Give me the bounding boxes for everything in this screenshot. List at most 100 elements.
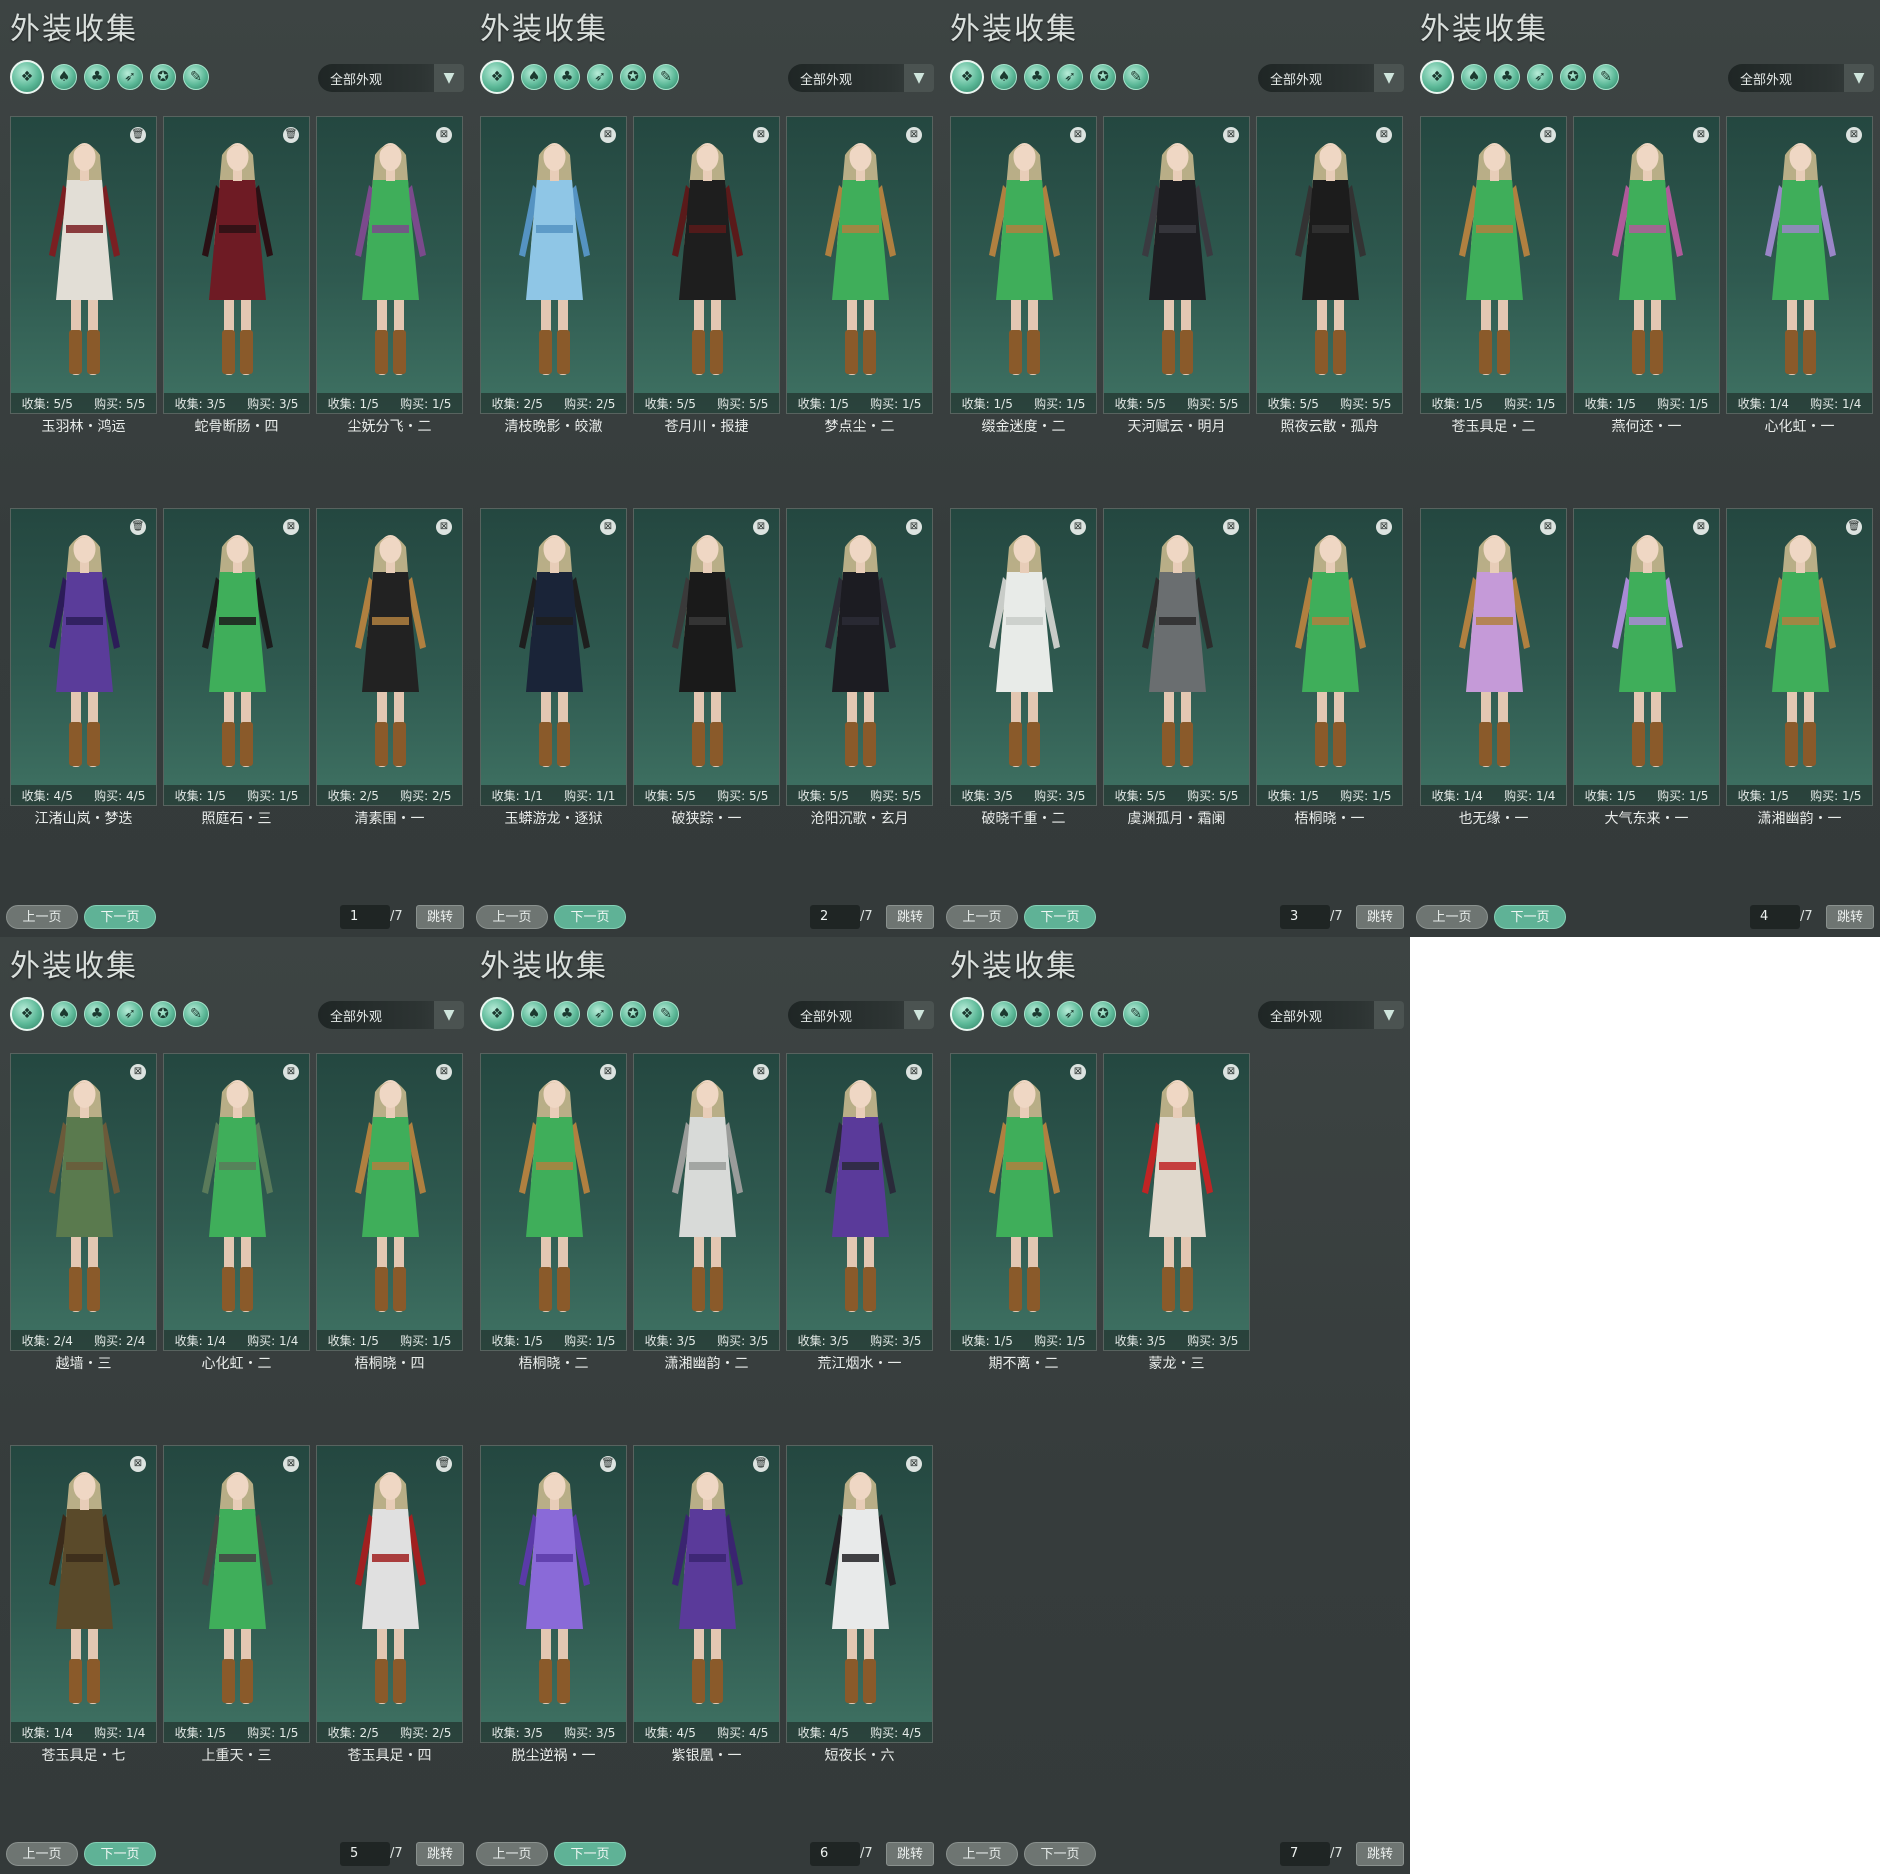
jump-button[interactable]: 跳转 [1356, 905, 1404, 929]
prev-page-button[interactable]: 上一页 [1416, 905, 1488, 929]
page-number-input[interactable]: 1 [340, 905, 390, 929]
robe-icon[interactable]: ♠ [51, 1001, 77, 1027]
next-page-button[interactable]: 下一页 [554, 1842, 626, 1866]
chevron-down-icon[interactable]: ▼ [1844, 64, 1874, 92]
garment-icon[interactable]: ♣ [1024, 64, 1050, 90]
scroll-icon[interactable]: ✎ [1593, 64, 1619, 90]
lock-icon[interactable]: ⊠ [1070, 1064, 1086, 1080]
outfit-card[interactable]: ⊠ 收集: 1/1 购买: 1/1 [480, 508, 627, 806]
outfit-filter-dropdown[interactable]: 全部外观 ▼ [1258, 1001, 1404, 1029]
garment-icon[interactable]: ♣ [1024, 1001, 1050, 1027]
outfit-card[interactable]: 🗑 收集: 4/5 购买: 4/5 [10, 508, 157, 806]
trash-icon[interactable]: 🗑 [600, 1456, 616, 1472]
prev-page-button[interactable]: 上一页 [946, 905, 1018, 929]
lock-icon[interactable]: ⊠ [906, 519, 922, 535]
page-number-input[interactable]: 3 [1280, 905, 1330, 929]
outfit-card[interactable]: 🗑 收集: 5/5 购买: 5/5 [10, 116, 157, 414]
all-outfits-icon[interactable]: ❖ [950, 60, 984, 94]
prev-page-button[interactable]: 上一页 [946, 1842, 1018, 1866]
prev-page-button[interactable]: 上一页 [476, 905, 548, 929]
lock-icon[interactable]: ⊠ [283, 1456, 299, 1472]
lock-icon[interactable]: ⊠ [1223, 519, 1239, 535]
outfit-card[interactable]: ⊠ 收集: 5/5 购买: 5/5 [786, 508, 933, 806]
outfit-card[interactable]: ⊠ 收集: 2/5 购买: 2/5 [316, 508, 463, 806]
next-page-button[interactable]: 下一页 [554, 905, 626, 929]
lock-icon[interactable]: ⊠ [1693, 127, 1709, 143]
outfit-card[interactable]: 🗑 收集: 3/5 购买: 3/5 [480, 1445, 627, 1743]
all-outfits-icon[interactable]: ❖ [950, 997, 984, 1031]
prev-page-button[interactable]: 上一页 [6, 905, 78, 929]
outfit-card[interactable]: ⊠ 收集: 1/4 购买: 1/4 [1726, 116, 1873, 414]
page-number-input[interactable]: 4 [1750, 905, 1800, 929]
lock-icon[interactable]: ⊠ [906, 1456, 922, 1472]
lock-icon[interactable]: ⊠ [753, 1064, 769, 1080]
garment-icon[interactable]: ♣ [84, 1001, 110, 1027]
robe-icon[interactable]: ♠ [521, 64, 547, 90]
page-number-input[interactable]: 7 [1280, 1842, 1330, 1866]
scroll-icon[interactable]: ✎ [1123, 1001, 1149, 1027]
lock-icon[interactable]: ⊠ [753, 127, 769, 143]
outfit-card[interactable]: ⊠ 收集: 1/5 购买: 1/5 [950, 1053, 1097, 1351]
lock-icon[interactable]: ⊠ [130, 1064, 146, 1080]
trash-icon[interactable]: 🗑 [130, 519, 146, 535]
all-outfits-icon[interactable]: ❖ [10, 60, 44, 94]
outfit-card[interactable]: ⊠ 收集: 3/5 购买: 3/5 [1103, 1053, 1250, 1351]
lock-icon[interactable]: ⊠ [906, 127, 922, 143]
lock-icon[interactable]: ⊠ [1376, 519, 1392, 535]
outfit-card[interactable]: ⊠ 收集: 1/5 购买: 1/5 [480, 1053, 627, 1351]
outfit-card[interactable]: ⊠ 收集: 1/5 购买: 1/5 [1256, 508, 1403, 806]
wing-icon[interactable]: ➶ [587, 1001, 613, 1027]
outfit-card[interactable]: ⊠ 收集: 1/5 购买: 1/5 [163, 1445, 310, 1743]
lock-icon[interactable]: ⊠ [1070, 127, 1086, 143]
scroll-icon[interactable]: ✎ [653, 1001, 679, 1027]
outfit-card[interactable]: ⊠ 收集: 1/5 购买: 1/5 [950, 116, 1097, 414]
prev-page-button[interactable]: 上一页 [476, 1842, 548, 1866]
outfit-filter-dropdown[interactable]: 全部外观 ▼ [788, 64, 934, 92]
robe-icon[interactable]: ♠ [1461, 64, 1487, 90]
next-page-button[interactable]: 下一页 [1024, 905, 1096, 929]
robe-icon[interactable]: ♠ [991, 64, 1017, 90]
outfit-card[interactable]: ⊠ 收集: 4/5 购买: 4/5 [786, 1445, 933, 1743]
next-page-button[interactable]: 下一页 [84, 905, 156, 929]
outfit-filter-dropdown[interactable]: 全部外观 ▼ [318, 1001, 464, 1029]
page-number-input[interactable]: 6 [810, 1842, 860, 1866]
page-number-input[interactable]: 5 [340, 1842, 390, 1866]
lock-icon[interactable]: ⊠ [1223, 1064, 1239, 1080]
garment-icon[interactable]: ♣ [554, 1001, 580, 1027]
outfit-card[interactable]: ⊠ 收集: 1/4 购买: 1/4 [1420, 508, 1567, 806]
next-page-button[interactable]: 下一页 [1494, 905, 1566, 929]
outfit-card[interactable]: ⊠ 收集: 3/5 购买: 3/5 [950, 508, 1097, 806]
jump-button[interactable]: 跳转 [1826, 905, 1874, 929]
mask-icon[interactable]: ✪ [620, 64, 646, 90]
scroll-icon[interactable]: ✎ [183, 1001, 209, 1027]
jump-button[interactable]: 跳转 [1356, 1842, 1404, 1866]
garment-icon[interactable]: ♣ [1494, 64, 1520, 90]
scroll-icon[interactable]: ✎ [653, 64, 679, 90]
outfit-filter-dropdown[interactable]: 全部外观 ▼ [1258, 64, 1404, 92]
page-number-input[interactable]: 2 [810, 905, 860, 929]
lock-icon[interactable]: ⊠ [600, 519, 616, 535]
outfit-card[interactable]: ⊠ 收集: 1/5 购买: 1/5 [1420, 116, 1567, 414]
scroll-icon[interactable]: ✎ [183, 64, 209, 90]
outfit-card[interactable]: ⊠ 收集: 1/4 购买: 1/4 [163, 1053, 310, 1351]
outfit-card[interactable]: 🗑 收集: 1/5 购买: 1/5 [1726, 508, 1873, 806]
trash-icon[interactable]: 🗑 [436, 1456, 452, 1472]
lock-icon[interactable]: ⊠ [436, 519, 452, 535]
all-outfits-icon[interactable]: ❖ [10, 997, 44, 1031]
robe-icon[interactable]: ♠ [51, 64, 77, 90]
wing-icon[interactable]: ➶ [1057, 64, 1083, 90]
lock-icon[interactable]: ⊠ [1846, 127, 1862, 143]
outfit-card[interactable]: ⊠ 收集: 5/5 购买: 5/5 [633, 508, 780, 806]
lock-icon[interactable]: ⊠ [1540, 127, 1556, 143]
lock-icon[interactable]: ⊠ [600, 127, 616, 143]
wing-icon[interactable]: ➶ [117, 1001, 143, 1027]
trash-icon[interactable]: 🗑 [753, 1456, 769, 1472]
chevron-down-icon[interactable]: ▼ [904, 64, 934, 92]
mask-icon[interactable]: ✪ [150, 64, 176, 90]
next-page-button[interactable]: 下一页 [84, 1842, 156, 1866]
outfit-filter-dropdown[interactable]: 全部外观 ▼ [788, 1001, 934, 1029]
outfit-card[interactable]: 🗑 收集: 4/5 购买: 4/5 [633, 1445, 780, 1743]
chevron-down-icon[interactable]: ▼ [1374, 64, 1404, 92]
garment-icon[interactable]: ♣ [554, 64, 580, 90]
lock-icon[interactable]: ⊠ [283, 1064, 299, 1080]
